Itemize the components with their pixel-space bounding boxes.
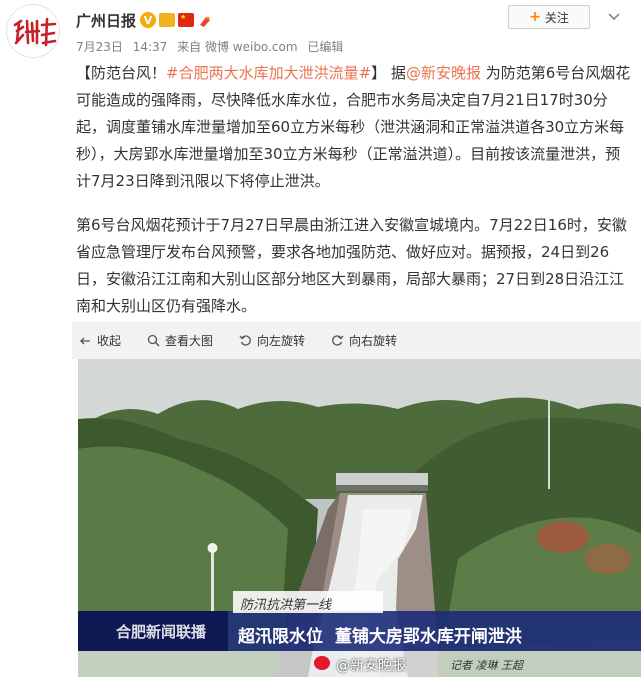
gift-badge-icon [197,13,214,27]
headline-text: 超汛限水位 董铺大房郢水库开闸泄洪 [238,627,522,647]
tv-logo-text: 合肥新闻联播 [116,623,207,641]
v-verified-icon: V [140,12,157,28]
post-text-segment: 【防范台风！ [76,64,167,82]
rotate-left-label: 向左旋转 [257,334,306,348]
collapse-button[interactable]: 收起 [80,332,121,349]
view-large-button[interactable]: 查看大图 [147,332,213,349]
follow-label: 关注 [544,10,569,25]
plus-icon: + [529,9,541,25]
avatar[interactable] [6,4,60,58]
post-image[interactable]: 合肥新闻联播 防汛抗洪第一线 超汛限水位 董铺大房郢水库开闸泄洪 @新安晚报 记… [78,359,641,677]
rotate-left-icon [239,335,251,346]
post-meta: 7月23日 14:37 来自 微博 weibo.com 已编辑 [76,38,349,55]
collapse-label: 收起 [97,334,122,348]
post-date[interactable]: 7月23日 [76,40,123,54]
china-flag-icon: ★ [178,13,195,27]
author-name[interactable]: 广州日报 [76,10,136,31]
post-text-segment: 为防范第6号台风烟花可能造成的强降雨，尽快降低水库水位，合肥市水务局决定自7月2… [76,64,631,190]
author-row: 广州日报 V ★ [76,8,214,32]
follow-button[interactable]: + 关注 [508,5,590,29]
weibo-logo-icon [314,656,330,670]
post-text-segment: 】 据 [371,64,406,82]
magnifier-icon [147,334,160,347]
image-toolbar: 收起 查看大图 向左旋转 向右旋转 [72,322,641,359]
view-large-label: 查看大图 [165,334,214,348]
chevron-down-icon[interactable] [606,8,622,24]
caption-top-text: 防汛抗洪第一线 [240,598,332,613]
rotate-right-button[interactable]: 向右旋转 [331,332,397,349]
hashtag-link[interactable]: #合肥两大水库加大泄洪流量# [166,64,371,82]
guangzhou-daily-logo-icon [13,17,57,47]
post-paragraph-2: 第6号台风烟花预计于7月27日早晨由浙江进入安徽宣城境内。7月22日16时，安徽… [76,216,627,315]
edited-label[interactable]: 已编辑 [307,40,343,54]
vip-badge-icon [159,13,176,27]
post-paragraph-1: 【防范台风！#合肥两大水库加大泄洪流量#】 据@新安晚报 为防范第6号台风烟花可… [76,60,632,195]
reporter-text: 记者 凌琳 王超 [450,659,523,672]
rotate-right-label: 向右旋转 [349,334,398,348]
rotate-right-icon [332,335,344,346]
collapse-icon [80,337,90,344]
post-source[interactable]: 来自 微博 weibo.com [177,40,297,54]
mention-link[interactable]: @新安晚报 [406,64,481,82]
watermark-text: @新安晚报 [336,658,406,674]
post-time: 14:37 [132,40,168,54]
post-body: 【防范台风！#合肥两大水库加大泄洪流量#】 据@新安晚报 为防范第6号台风烟花可… [76,60,632,320]
rotate-left-button[interactable]: 向左旋转 [239,332,305,349]
